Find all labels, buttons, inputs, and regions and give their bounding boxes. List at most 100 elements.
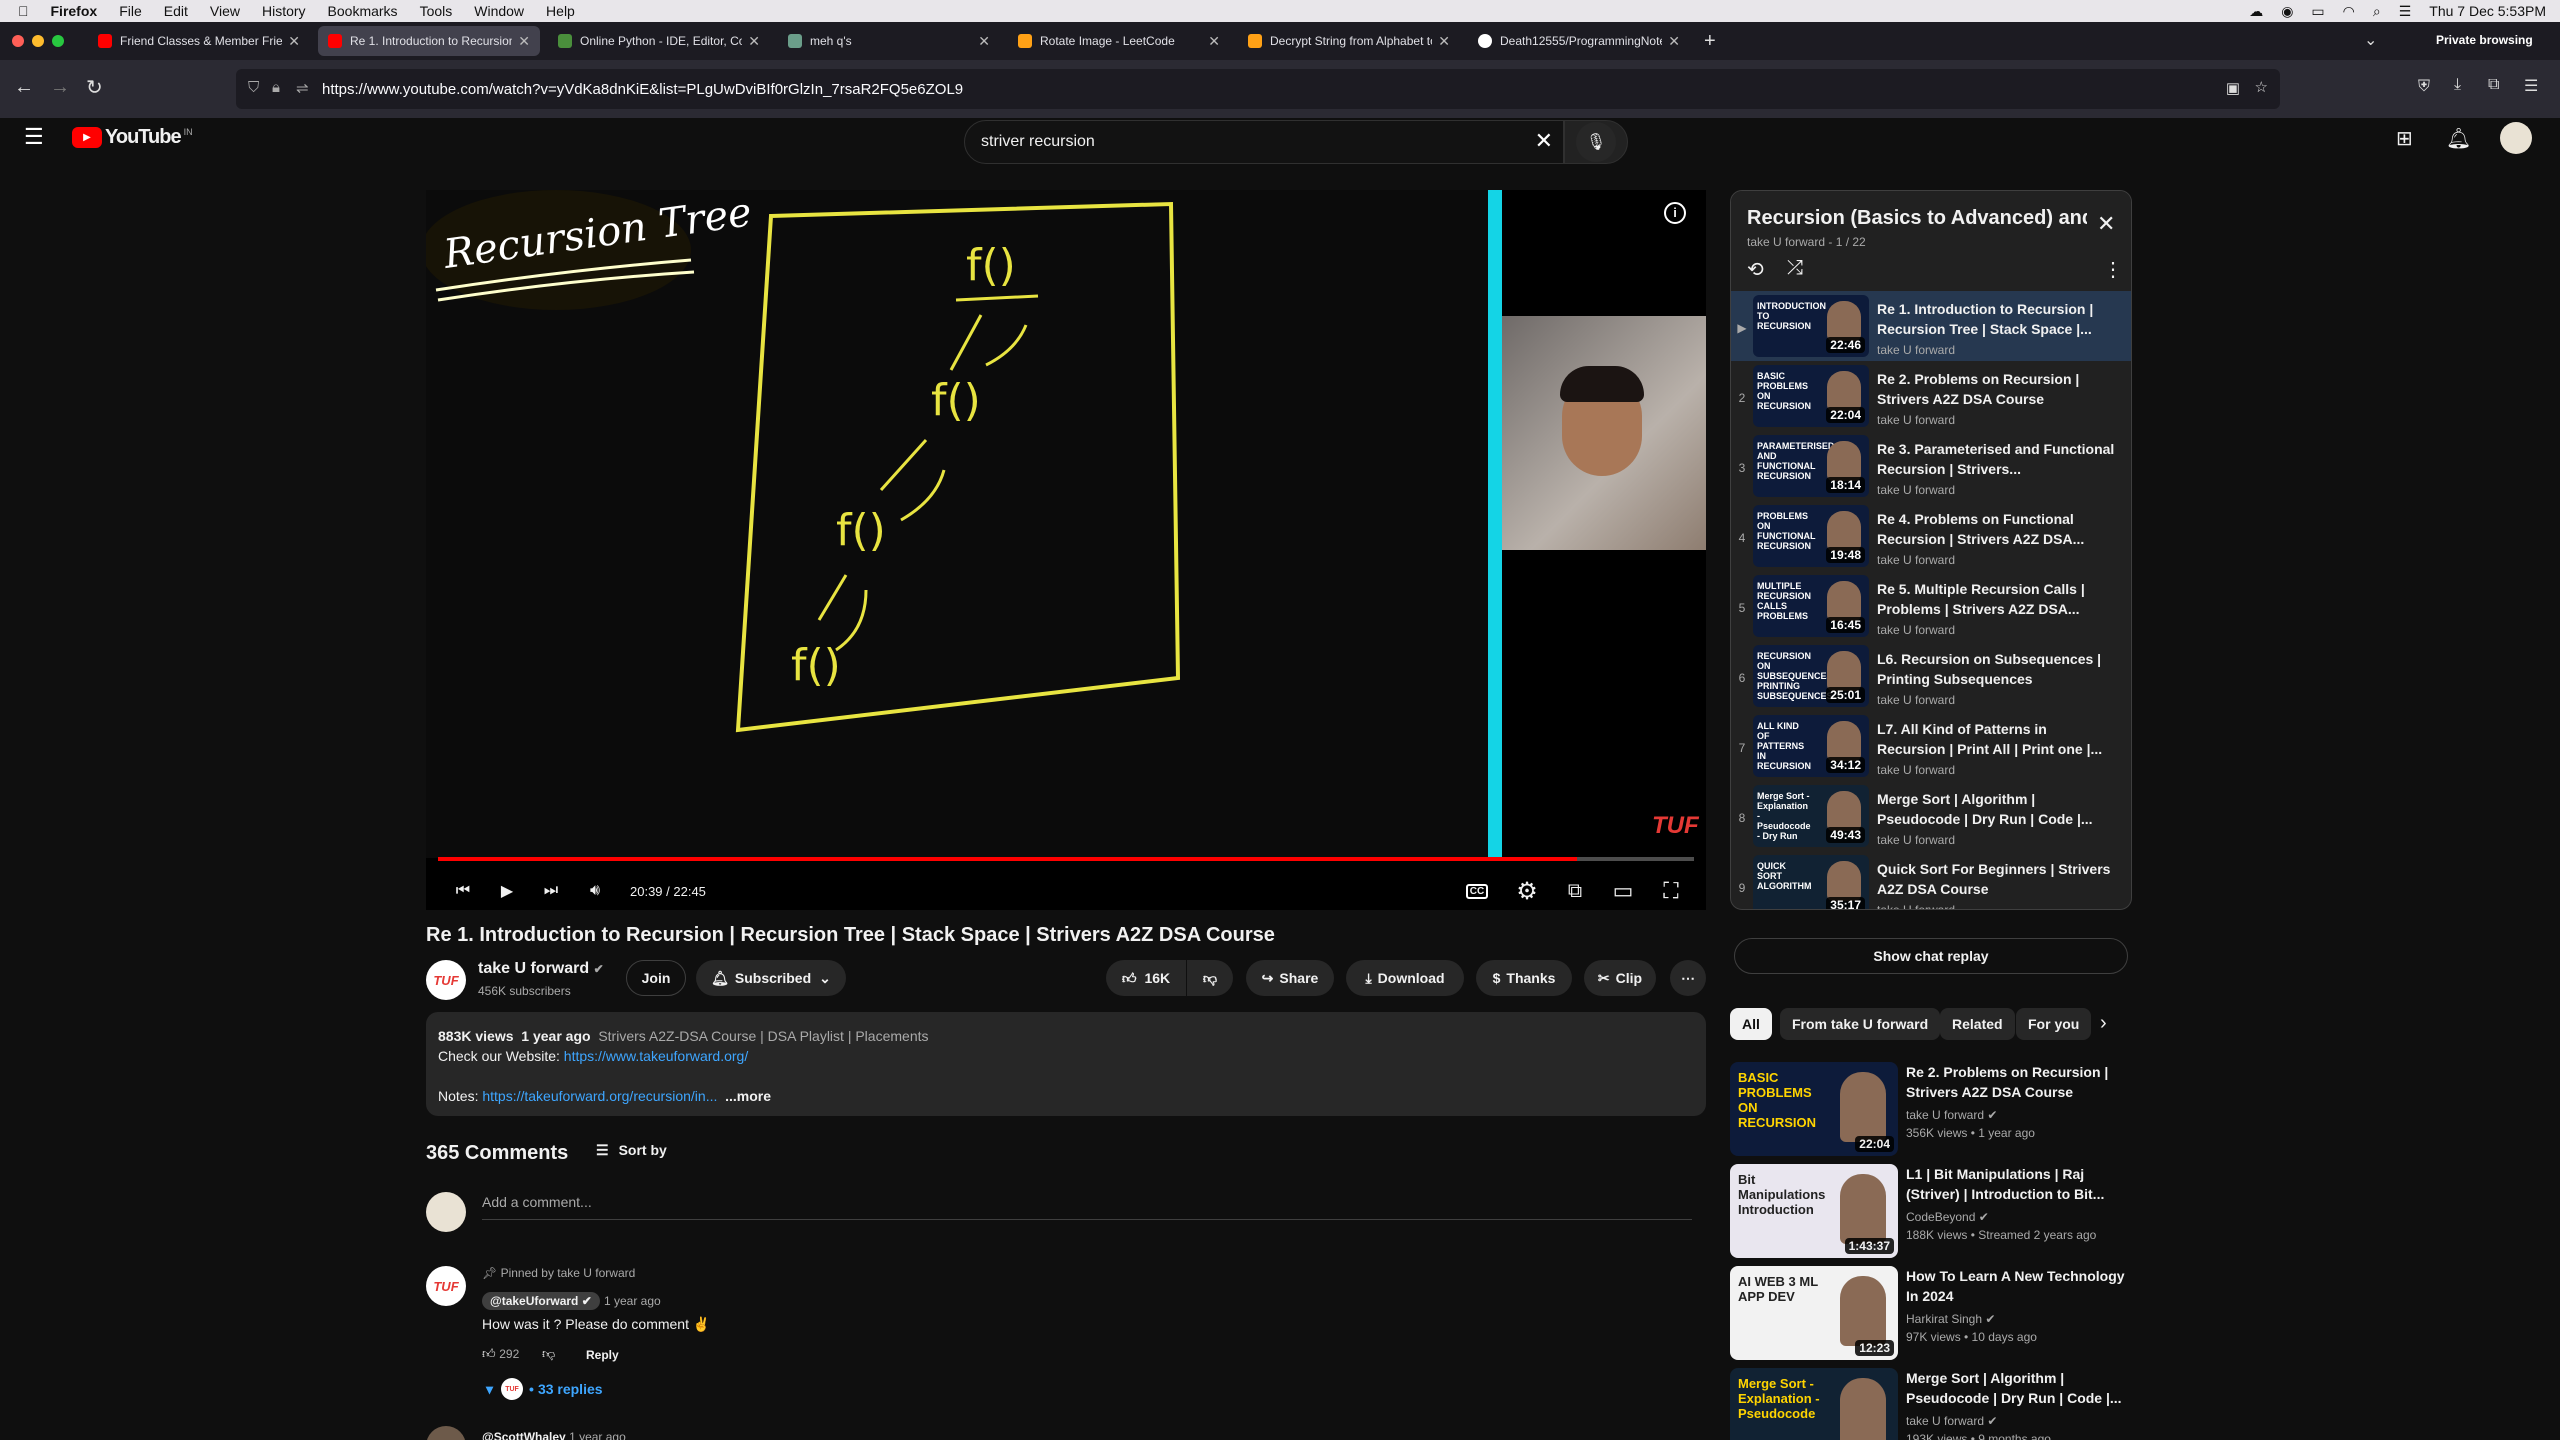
close-tab-icon[interactable]: ✕ <box>1438 33 1450 50</box>
permissions-icon[interactable]: ⇌ <box>296 79 309 97</box>
comment-dislike-button[interactable]: 👎︎ <box>542 1346 555 1362</box>
create-video-icon[interactable]: ⊞ <box>2396 126 2413 151</box>
browser-tab[interactable]: Rotate Image - LeetCode ✕ <box>1008 26 1230 56</box>
new-tab-button[interactable]: + <box>1704 30 1716 53</box>
chip-related[interactable]: Related <box>1940 1008 2015 1040</box>
video-player[interactable]: Recursion Tree f() f() f() f() i TUF ⏮ ▶… <box>426 190 1706 910</box>
menu-help[interactable]: Help <box>546 3 575 19</box>
battery-icon[interactable]: ▭ <box>2311 3 2324 20</box>
channel-name[interactable]: take U forward ✔ <box>478 960 604 978</box>
lock-icon[interactable]: 🔒︎ <box>272 79 280 96</box>
playlist-item[interactable]: 9 QUICK SORT ALGORITHM 35:17 Quick Sort For… <box>1731 851 2131 909</box>
menu-view[interactable]: View <box>210 3 240 19</box>
playlist-item[interactable]: 7 ALL KIND OF PATTERNS IN RECURSION 34:12 L… <box>1731 711 2131 781</box>
downloads-icon[interactable]: ⤓ <box>2454 76 2461 94</box>
close-tab-icon[interactable]: ✕ <box>288 33 300 50</box>
youtube-logo[interactable]: ▶ YouTube IN <box>72 126 193 149</box>
channel-avatar[interactable]: TUF <box>426 960 466 1000</box>
search-input[interactable]: striver recursion ✕ <box>964 120 1564 164</box>
info-icon[interactable]: i <box>1664 202 1686 224</box>
control-center-icon[interactable]: ☰ <box>2399 3 2412 20</box>
show-more-link[interactable]: ...more <box>725 1088 771 1104</box>
previous-button[interactable]: ⏮ <box>446 874 480 908</box>
progress-bar[interactable] <box>438 857 1694 861</box>
menu-edit[interactable]: Edit <box>164 3 188 19</box>
playlist-item[interactable]: 4 PROBLEMS ON FUNCTIONAL RECURSION 19:48 Re… <box>1731 501 2131 571</box>
clip-button[interactable]: ✂ Clip <box>1584 960 1656 996</box>
picture-icon[interactable]: ▣ <box>2226 79 2240 97</box>
more-vertical-icon[interactable]: ⋮ <box>2103 257 2123 282</box>
subtitles-button[interactable]: CC <box>1460 874 1494 908</box>
chip-all[interactable]: All <box>1730 1008 1772 1040</box>
spotlight-icon[interactable]: ⌕ <box>2373 3 2381 20</box>
back-icon[interactable]: ← <box>14 76 34 99</box>
guide-menu-icon[interactable]: ☰ <box>24 124 44 150</box>
close-tab-icon[interactable]: ✕ <box>978 33 990 50</box>
volume-button[interactable]: 🔊︎ <box>578 874 612 908</box>
notifications-bell-icon[interactable]: 🔔︎ <box>2446 126 2471 151</box>
forward-icon[interactable]: → <box>50 76 70 99</box>
menu-bookmarks[interactable]: Bookmarks <box>328 3 398 19</box>
shield-icon[interactable]: ⛉ <box>248 79 259 96</box>
sort-by-button[interactable]: ☰ Sort by <box>596 1142 667 1159</box>
voice-search-button[interactable]: 🎙︎ <box>1576 122 1616 162</box>
browser-tab[interactable]: Decrypt String from Alphabet to ✕ <box>1238 26 1460 56</box>
pocket-icon[interactable]: ⛨ <box>2418 78 2430 96</box>
chip-from-channel[interactable]: From take U forward <box>1780 1008 1941 1040</box>
settings-button[interactable]: ⚙ <box>1510 874 1544 908</box>
download-button[interactable]: ⤓ Download <box>1346 960 1464 996</box>
comment-author[interactable]: @takeUforward ✔ <box>482 1292 600 1310</box>
close-window-button[interactable] <box>12 35 24 47</box>
related-video[interactable]: Bit Manipulations Introduction 1:43:37 L1 … <box>1730 1164 2130 1258</box>
browser-tab[interactable]: meh q's ✕ <box>778 26 1000 56</box>
close-tab-icon[interactable]: ✕ <box>1668 33 1680 50</box>
join-button[interactable]: Join <box>626 960 686 996</box>
shuffle-icon[interactable]: ⤮ <box>1787 257 1803 280</box>
playlist-item[interactable]: 3 PARAMETERISED AND FUNCTIONAL RECURSION 1… <box>1731 431 2131 501</box>
comment-like-button[interactable]: 👍︎ 292 <box>482 1346 519 1362</box>
related-video[interactable]: AI WEB 3 ML APP DEV 12:23 How To Learn A N… <box>1730 1266 2130 1360</box>
menu-app-firefox[interactable]: Firefox <box>51 3 98 19</box>
related-video[interactable]: Merge Sort - Explanation - Pseudocode Mer… <box>1730 1368 2130 1440</box>
share-button[interactable]: ↪ Share <box>1246 960 1334 996</box>
thanks-button[interactable]: $ Thanks <box>1476 960 1572 996</box>
clear-search-icon[interactable]: ✕ <box>1535 128 1553 154</box>
playlist-title[interactable]: Recursion (Basics to Advanced) and ... <box>1747 207 2087 230</box>
minimize-window-button[interactable] <box>32 35 44 47</box>
menu-window[interactable]: Window <box>474 3 524 19</box>
browser-tab[interactable]: Friend Classes & Member Frien ✕ <box>88 26 310 56</box>
wifi-icon[interactable]: ◠ <box>2343 3 2355 20</box>
close-tab-icon[interactable]: ✕ <box>518 33 530 50</box>
media-icon[interactable]: ◉ <box>2281 3 2293 20</box>
url-bar[interactable]: ⛉ 🔒︎ ⇌ https://www.youtube.com/watch?v=y… <box>236 69 2280 109</box>
bookmark-star-icon[interactable]: ☆ <box>2255 78 2268 96</box>
play-button[interactable]: ▶ <box>490 874 524 908</box>
playlist-item[interactable]: ▶ INTRODUCTION TO RECURSION 22:46 Re 1. Int… <box>1731 291 2131 361</box>
show-chat-replay-button[interactable]: Show chat replay <box>1734 938 2128 974</box>
playlist-item[interactable]: 6 RECURSION ON SUBSEQUENCES PRINTING SUBS… <box>1731 641 2131 711</box>
playlist-item[interactable]: 8 Merge Sort - Explanation - Pseudocode -… <box>1731 781 2131 851</box>
related-video[interactable]: BASIC PROBLEMS ON RECURSION 22:04 Re 2. Pr… <box>1730 1062 2130 1156</box>
dislike-button[interactable]: 👎︎ <box>1187 960 1233 996</box>
chip-for-you[interactable]: For you <box>2016 1008 2092 1040</box>
close-tab-icon[interactable]: ✕ <box>748 33 760 50</box>
next-button[interactable]: ⏭ <box>534 874 568 908</box>
browser-tab-active[interactable]: Re 1. Introduction to Recursion ✕ <box>318 26 540 56</box>
fullscreen-button[interactable]: ⛶ <box>1654 874 1688 908</box>
like-button[interactable]: 👍︎ 16K <box>1106 960 1186 996</box>
description-box[interactable]: 883K views 1 year ago Strivers A2Z-DSA C… <box>426 1012 1706 1116</box>
replies-toggle[interactable]: ▾ TUF • 33 replies <box>486 1378 603 1400</box>
more-actions-button[interactable]: ⋯ <box>1670 960 1706 996</box>
clock[interactable]: Thu 7 Dec 5:53PM <box>2429 3 2546 19</box>
comment-author[interactable]: @ScottWhaley 1 year ago <box>482 1430 626 1440</box>
notes-link[interactable]: https://takeuforward.org/recursion/in... <box>482 1088 717 1104</box>
menu-icon[interactable]: ☰ <box>2524 76 2538 96</box>
menu-file[interactable]: File <box>119 3 142 19</box>
account-avatar[interactable] <box>2500 122 2532 154</box>
miniplayer-button[interactable]: ⧉ <box>1558 874 1592 908</box>
playlist-item[interactable]: 2 BASIC PROBLEMS ON RECURSION 22:04 Re 2. P… <box>1731 361 2131 431</box>
theater-mode-button[interactable]: ▭ <box>1606 874 1640 908</box>
close-tab-icon[interactable]: ✕ <box>1208 33 1220 50</box>
add-comment-input[interactable]: Add a comment... <box>482 1194 1692 1220</box>
reload-icon[interactable]: ↻ <box>86 75 103 100</box>
